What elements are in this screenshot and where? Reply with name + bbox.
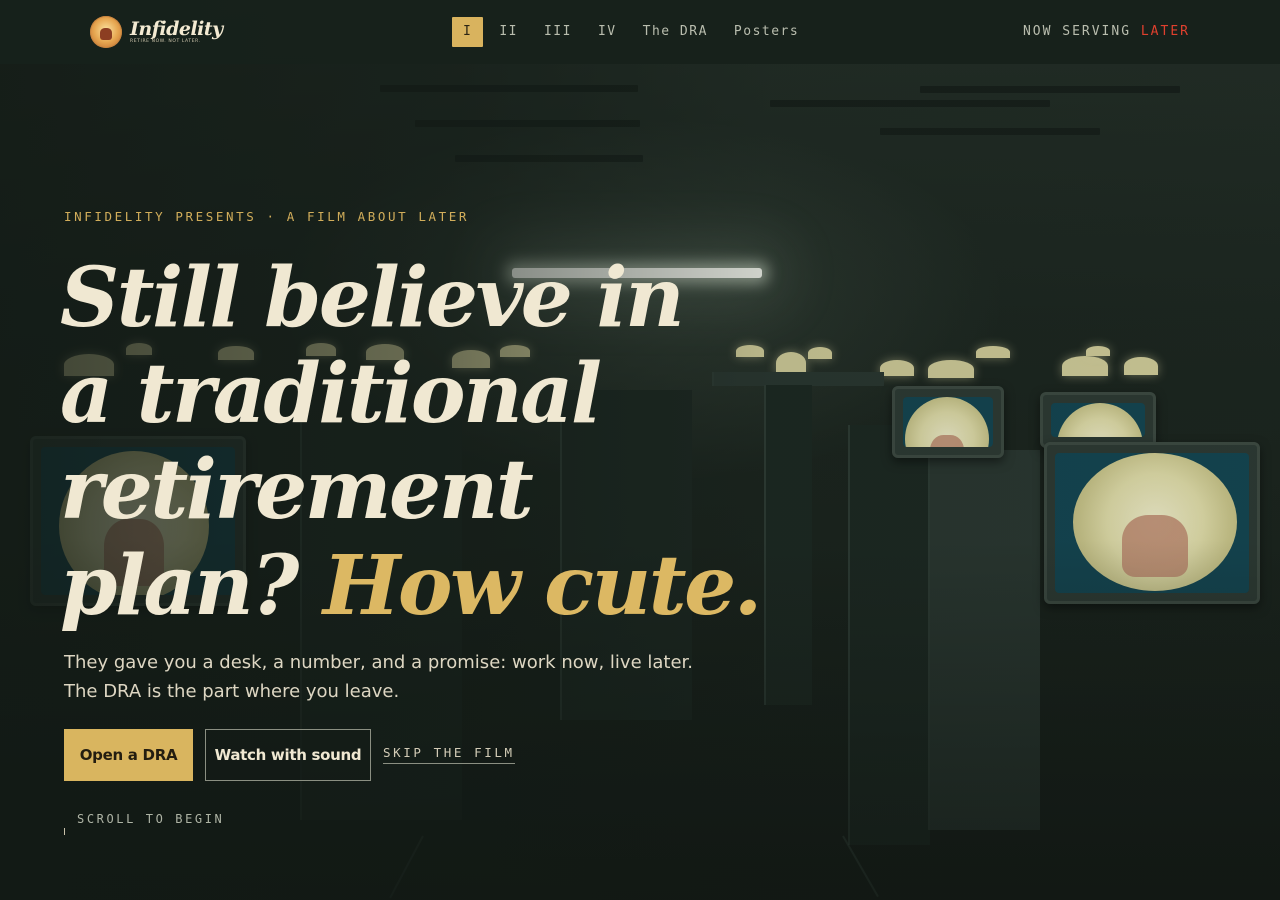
nav-link-chapter-3[interactable]: III [534,17,582,47]
top-nav: Infidelity RETIRE NOW. NOT LATER. I II I… [0,0,1280,64]
headline-accent-text: How cute. [322,538,762,634]
scroll-indicator-icon [64,828,65,835]
headline-line-1: Still believe in [60,250,685,346]
headline-line-3: retirement [60,442,534,538]
nav-link-chapter-2[interactable]: II [489,17,528,47]
nav-link-posters[interactable]: Posters [724,17,809,47]
headline-plain-text: plan? [60,538,299,634]
hero-headline: Still believe in a traditional retiremen… [60,250,820,634]
brand-wordmark: Infidelity RETIRE NOW. NOT LATER. [130,17,223,45]
fist-burst-logo-icon [90,16,122,48]
hero-lede: They gave you a desk, a number, and a pr… [64,652,693,702]
nav-link-chapter-4[interactable]: IV [588,17,627,47]
chapter-nav: I II III IV The DRA Posters [452,17,815,47]
nav-link-the-dra[interactable]: The DRA [633,17,718,47]
open-dra-button[interactable]: Open a DRA [64,729,193,781]
now-serving-status: NOW SERVING LATER [1023,24,1190,39]
brand-logo[interactable]: Infidelity RETIRE NOW. NOT LATER. [90,15,223,49]
scroll-cue-label: SCROLL TO BEGIN [77,812,225,826]
brand-tagline: RETIRE NOW. NOT LATER. [130,38,201,44]
headline-line-2: a traditional [60,346,602,442]
now-serving-prefix: NOW SERVING [1022,24,1132,39]
headline-line-4: plan? How cute. [60,538,820,634]
nav-link-chapter-1[interactable]: I [452,17,484,47]
now-serving-value: LATER [1140,24,1190,39]
watch-with-sound-button[interactable]: Watch with sound [205,729,371,781]
hero-eyebrow: INFIDELITY PRESENTS · A FILM ABOUT LATER [64,209,470,224]
skip-film-link[interactable]: SKIP THE FILM [383,745,515,764]
brand-name: Infidelity [130,17,223,40]
